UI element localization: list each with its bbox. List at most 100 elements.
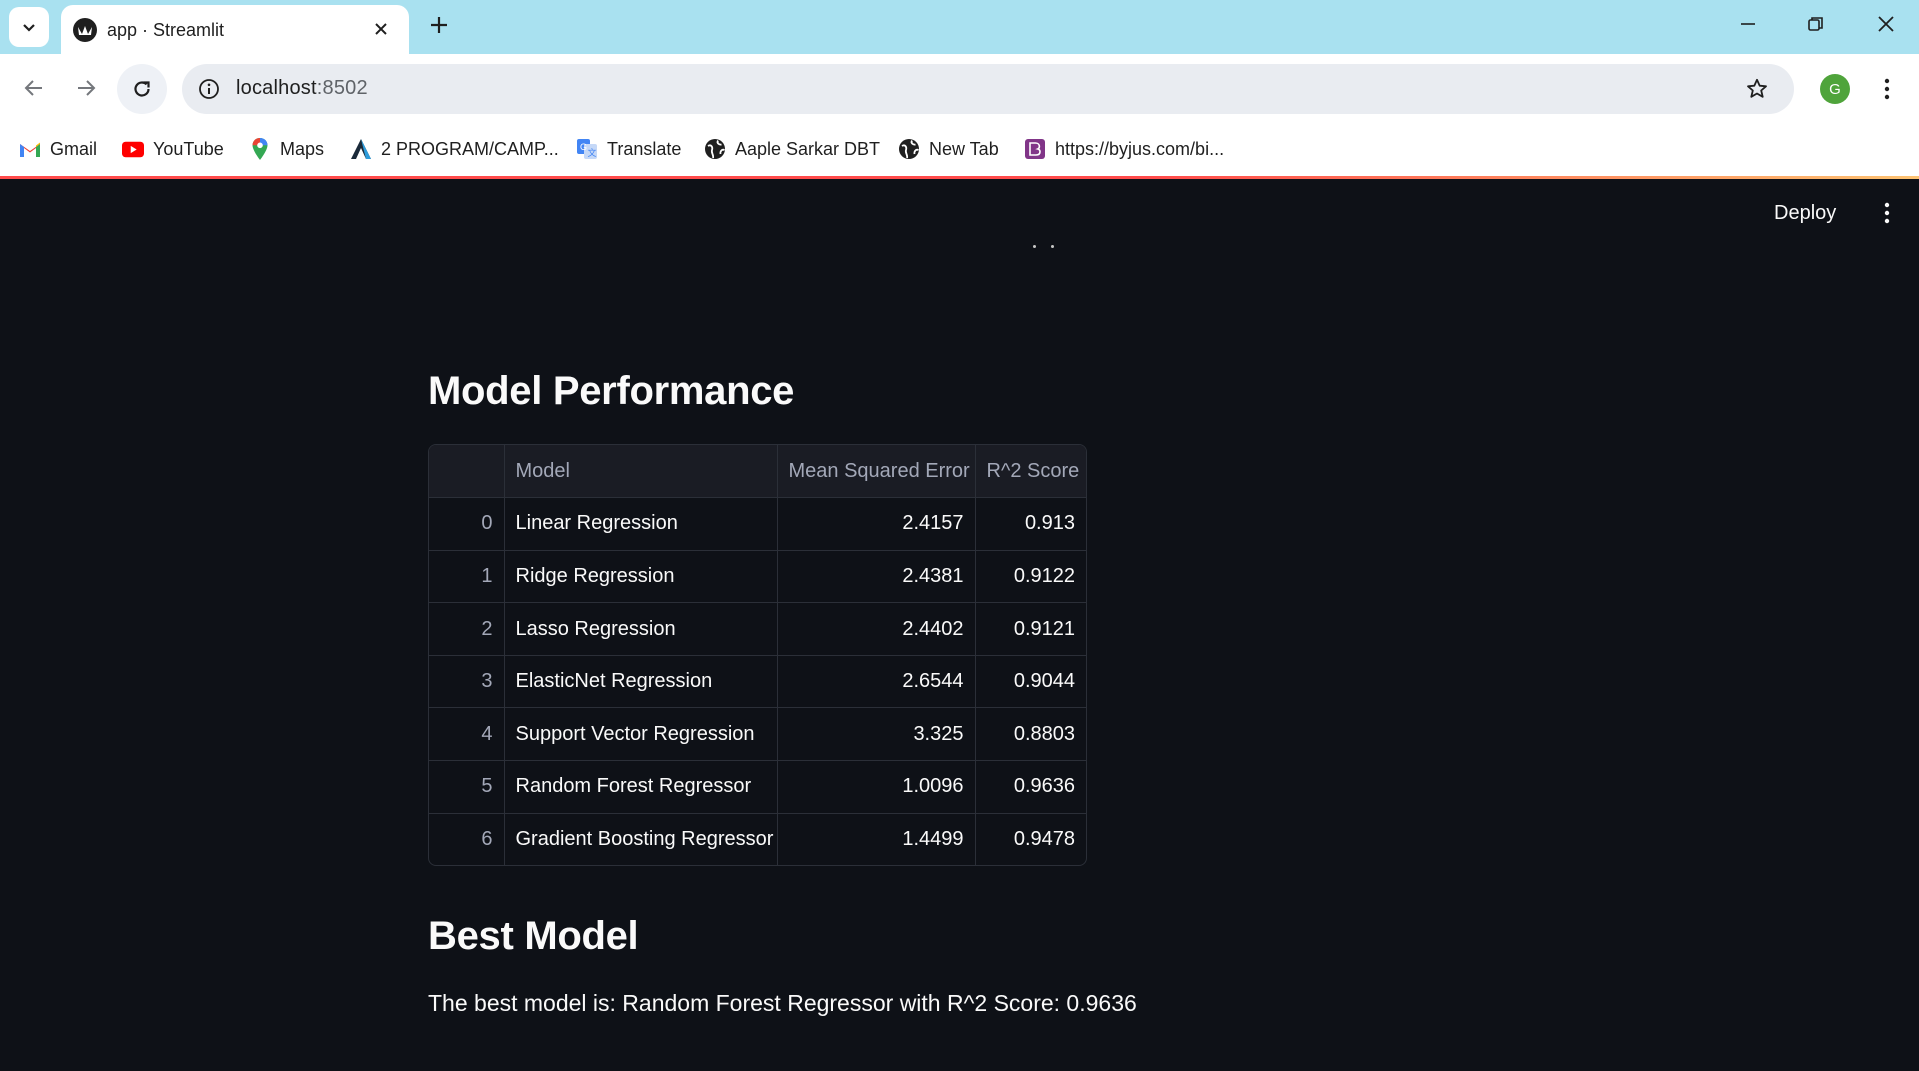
mse-cell[interactable]: 2.6544 bbox=[777, 655, 976, 709]
bookmark-label: Maps bbox=[280, 138, 325, 159]
table-row: 1 Ridge Regression 2.4381 0.9122 bbox=[429, 550, 1086, 604]
bookmark-byjus[interactable]: https://byjus.com/bi... bbox=[1024, 134, 1224, 164]
row-index[interactable]: 2 bbox=[429, 602, 505, 656]
new-tab-button[interactable] bbox=[424, 10, 454, 40]
row-index[interactable]: 5 bbox=[429, 760, 505, 814]
r2-cell[interactable]: 0.9478 bbox=[975, 813, 1086, 865]
browser-toolbar: localhost:8502 G bbox=[0, 54, 1919, 124]
deploy-button[interactable]: Deploy bbox=[1766, 197, 1844, 229]
mse-cell[interactable]: 2.4157 bbox=[777, 497, 976, 551]
r2-cell[interactable]: 0.9122 bbox=[975, 550, 1086, 604]
browser-tab-active[interactable]: app · Streamlit bbox=[61, 5, 409, 54]
table-header-row: Model Mean Squared Error R^2 Score bbox=[429, 445, 1086, 499]
row-index[interactable]: 1 bbox=[429, 550, 505, 604]
globe-icon bbox=[704, 138, 726, 160]
model-cell[interactable]: ElasticNet Regression bbox=[504, 655, 778, 709]
bookmark-label: 2 PROGRAM/CAMP... bbox=[381, 138, 559, 159]
gmail-icon bbox=[19, 138, 41, 160]
forward-button[interactable] bbox=[68, 70, 104, 106]
column-header-mse[interactable]: Mean Squared Error bbox=[777, 445, 976, 499]
r2-cell[interactable]: 0.9044 bbox=[975, 655, 1086, 709]
back-button[interactable] bbox=[16, 70, 52, 106]
r2-cell[interactable]: 0.913 bbox=[975, 497, 1086, 551]
row-index[interactable]: 4 bbox=[429, 707, 505, 762]
reload-button[interactable] bbox=[117, 64, 167, 114]
restore-window-button[interactable] bbox=[1792, 6, 1840, 42]
mse-cell[interactable]: 2.4381 bbox=[777, 550, 976, 604]
url-text[interactable]: localhost:8502 bbox=[236, 77, 368, 100]
mse-cell[interactable]: 1.0096 bbox=[777, 760, 976, 814]
r2-cell[interactable]: 0.8803 bbox=[975, 707, 1086, 762]
close-tab-icon[interactable] bbox=[369, 17, 393, 41]
best-model-heading: Best Model bbox=[428, 914, 639, 958]
r2-cell[interactable]: 0.9121 bbox=[975, 602, 1086, 656]
model-performance-dataframe[interactable]: Model Mean Squared Error R^2 Score 0 Lin… bbox=[428, 444, 1087, 866]
browser-tab-strip: app · Streamlit bbox=[0, 0, 1919, 54]
bookmark-new-tab[interactable]: New Tab bbox=[898, 134, 999, 164]
column-header-model[interactable]: Model bbox=[504, 445, 778, 499]
table-row: 0 Linear Regression 2.4157 0.913 bbox=[429, 497, 1086, 551]
model-cell[interactable]: Random Forest Regressor bbox=[504, 760, 778, 814]
minimize-window-button[interactable] bbox=[1724, 6, 1772, 42]
program-icon bbox=[350, 138, 372, 160]
model-cell[interactable]: Linear Regression bbox=[504, 497, 778, 551]
minimize-icon bbox=[1741, 23, 1755, 25]
model-cell[interactable]: Support Vector Regression bbox=[504, 707, 778, 762]
mse-cell[interactable]: 3.325 bbox=[777, 707, 976, 762]
bookmark-label: YouTube bbox=[153, 138, 224, 159]
bookmark-label: Gmail bbox=[50, 138, 98, 159]
browser-menu-button[interactable] bbox=[1872, 73, 1902, 105]
plus-icon bbox=[431, 17, 447, 33]
bookmark-program[interactable]: 2 PROGRAM/CAMP... bbox=[350, 134, 559, 164]
mse-cell[interactable]: 2.4402 bbox=[777, 602, 976, 656]
reload-icon bbox=[134, 81, 150, 97]
close-icon bbox=[1878, 16, 1894, 32]
close-window-button[interactable] bbox=[1862, 6, 1910, 42]
bookmark-star-icon[interactable] bbox=[1742, 74, 1772, 104]
table-row: 2 Lasso Regression 2.4402 0.9121 bbox=[429, 602, 1086, 656]
youtube-icon bbox=[122, 138, 144, 160]
byjus-icon bbox=[1024, 138, 1046, 160]
model-cell[interactable]: Lasso Regression bbox=[504, 602, 778, 656]
svg-text:文: 文 bbox=[588, 147, 597, 158]
app-menu-button[interactable] bbox=[1872, 199, 1902, 227]
column-header-index[interactable] bbox=[429, 445, 505, 499]
bookmark-label: Aaple Sarkar DBT bbox=[735, 138, 881, 159]
profile-avatar[interactable]: G bbox=[1820, 74, 1850, 104]
row-index[interactable]: 3 bbox=[429, 655, 505, 709]
more-vertical-icon bbox=[1884, 202, 1890, 224]
row-index[interactable]: 6 bbox=[429, 813, 505, 865]
table-row: 5 Random Forest Regressor 1.0096 0.9636 bbox=[429, 760, 1086, 814]
tab-search-button[interactable] bbox=[9, 7, 49, 47]
bookmark-translate[interactable]: G文 Translate bbox=[576, 134, 681, 164]
mse-cell[interactable]: 1.4499 bbox=[777, 813, 976, 865]
bookmark-label: Translate bbox=[607, 138, 682, 159]
table-row: 4 Support Vector Regression 3.325 0.8803 bbox=[429, 707, 1086, 762]
row-index[interactable]: 0 bbox=[429, 497, 505, 551]
r2-cell[interactable]: 0.9636 bbox=[975, 760, 1086, 814]
streamlit-app: Deploy Model Performance Model Mean Squa… bbox=[0, 179, 1919, 1071]
streamlit-favicon-icon bbox=[73, 18, 97, 42]
model-cell[interactable]: Ridge Regression bbox=[504, 550, 778, 604]
address-bar[interactable]: localhost:8502 bbox=[182, 64, 1794, 114]
model-cell[interactable]: Gradient Boosting Regressor bbox=[504, 813, 778, 865]
site-info-icon[interactable] bbox=[192, 72, 226, 106]
bookmark-gmail[interactable]: Gmail bbox=[19, 134, 97, 164]
column-header-r2[interactable]: R^2 Score bbox=[975, 445, 1086, 499]
chevron-down-icon bbox=[23, 24, 35, 32]
bookmark-label: New Tab bbox=[929, 138, 999, 159]
bookmarks-bar: Gmail YouTube Maps 2 PROGRAM/CAMP... G文 … bbox=[0, 124, 1919, 178]
best-model-text: The best model is: Random Forest Regress… bbox=[428, 990, 1137, 1016]
bookmark-aaple-sarkar[interactable]: Aaple Sarkar DBT bbox=[704, 134, 880, 164]
restore-icon bbox=[1808, 17, 1823, 31]
tab-title: app · Streamlit bbox=[107, 20, 225, 40]
svg-text:G: G bbox=[580, 142, 587, 152]
table-row: 3 ElasticNet Regression 2.6544 0.9044 bbox=[429, 655, 1086, 709]
arrow-left-icon bbox=[24, 80, 42, 96]
maps-icon bbox=[249, 138, 271, 160]
table-row: 6 Gradient Boosting Regressor 1.4499 0.9… bbox=[429, 813, 1086, 865]
bookmark-youtube[interactable]: YouTube bbox=[122, 134, 224, 164]
bookmark-maps[interactable]: Maps bbox=[249, 134, 324, 164]
running-indicator bbox=[1030, 245, 1060, 251]
model-performance-heading: Model Performance bbox=[428, 369, 795, 413]
